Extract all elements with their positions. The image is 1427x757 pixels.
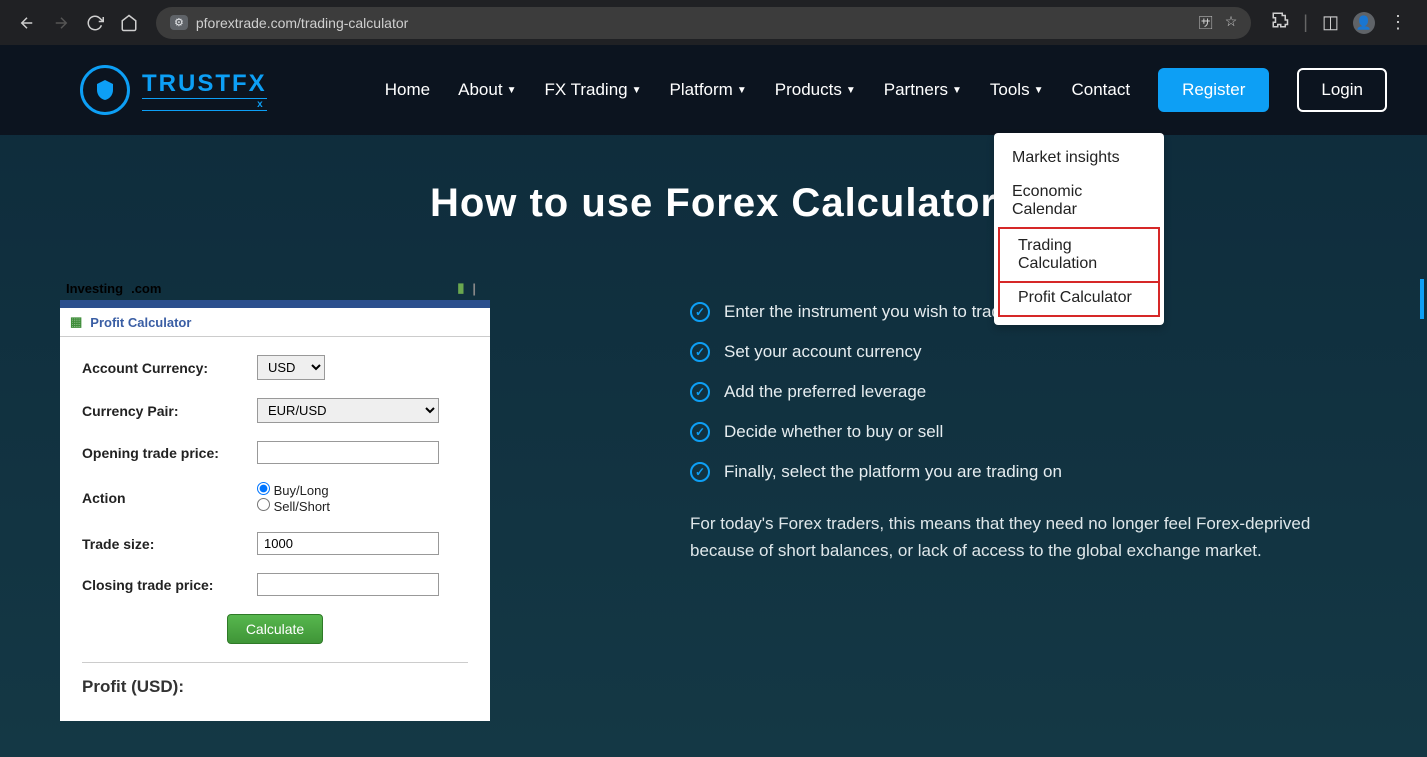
- browser-right-controls: | ◫ 👤 ⋮: [1261, 11, 1417, 34]
- register-button[interactable]: Register: [1158, 68, 1269, 112]
- drop-economic-calendar[interactable]: Economic Calendar: [994, 175, 1164, 227]
- scroll-indicator: [1420, 279, 1424, 319]
- profile-avatar-icon[interactable]: 👤: [1353, 12, 1375, 34]
- chevron-down-icon: ▼: [507, 85, 517, 96]
- check-icon: ✓: [690, 382, 710, 402]
- account-currency-label: Account Currency:: [82, 360, 257, 376]
- currency-pair-select[interactable]: EUR/USD: [257, 398, 439, 423]
- reload-button[interactable]: [78, 8, 112, 38]
- shield-icon: [80, 65, 130, 115]
- check-icon: ✓: [690, 422, 710, 442]
- nav-partners[interactable]: Partners▼: [884, 80, 962, 100]
- url-text: pforextrade.com/trading-calculator: [196, 15, 408, 31]
- page-title: How to use Forex Calculator: [0, 181, 1427, 226]
- sell-short-radio[interactable]: Sell/Short: [257, 498, 330, 514]
- step-row: ✓ Set your account currency: [690, 342, 1330, 362]
- drop-profit-calculator[interactable]: Profit Calculator: [998, 281, 1160, 317]
- chevron-down-icon: ▼: [846, 85, 856, 96]
- nav-fx-trading[interactable]: FX Trading▼: [544, 80, 641, 100]
- nav-tools[interactable]: Tools▼: [990, 80, 1044, 100]
- site-settings-icon[interactable]: ⚙: [170, 15, 188, 30]
- profit-result-label: Profit (USD):: [82, 662, 468, 697]
- back-button[interactable]: [10, 8, 44, 38]
- action-label: Action: [82, 490, 257, 506]
- info-paragraph: For today's Forex traders, this means th…: [690, 510, 1330, 564]
- page-content: TRUSTFX x Home About▼ FX Trading▼ Platfo…: [0, 45, 1427, 757]
- tools-dropdown: Market insights Economic Calendar Tradin…: [994, 133, 1164, 325]
- step-row: ✓ Finally, select the platform you are tr…: [690, 462, 1330, 482]
- account-currency-select[interactable]: USD: [257, 355, 325, 380]
- step-row: ✓ Add the preferred leverage: [690, 382, 1330, 402]
- currency-pair-label: Currency Pair:: [82, 403, 257, 419]
- login-button[interactable]: Login: [1297, 68, 1387, 112]
- widget-title-bar: ▦ Profit Calculator: [60, 308, 490, 337]
- check-icon: ✓: [690, 302, 710, 322]
- step-text: Enter the instrument you wish to trade: [724, 302, 1010, 322]
- arrow-right-icon: [52, 14, 70, 32]
- check-icon: ✓: [690, 342, 710, 362]
- widget-brand: Investing: [66, 281, 123, 296]
- translate-icon[interactable]: 🈂: [1199, 13, 1213, 33]
- site-header: TRUSTFX x Home About▼ FX Trading▼ Platfo…: [0, 45, 1427, 135]
- brand-main: TRUSTFX: [142, 70, 267, 98]
- calculator-widget: Investing.com ▮ | ▦ Profit Calculator Ac…: [60, 276, 490, 721]
- buy-long-radio[interactable]: Buy/Long: [257, 482, 330, 498]
- step-text: Add the preferred leverage: [724, 382, 926, 402]
- step-text: Decide whether to buy or sell: [724, 422, 943, 442]
- nav-home[interactable]: Home: [385, 80, 430, 100]
- opening-price-input[interactable]: [257, 441, 439, 464]
- closing-price-label: Closing trade price:: [82, 577, 257, 593]
- main-nav: Home About▼ FX Trading▼ Platform▼ Produc…: [385, 68, 1387, 112]
- widget-accent-bar: [60, 300, 490, 308]
- chevron-down-icon: ▼: [632, 85, 642, 96]
- side-panel-icon[interactable]: ◫: [1322, 12, 1339, 33]
- menu-icon[interactable]: ⋮: [1389, 12, 1407, 33]
- step-text: Set your account currency: [724, 342, 921, 362]
- bookmark-star-icon[interactable]: ☆: [1225, 13, 1238, 33]
- step-text: Finally, select the platform you are tra…: [724, 462, 1062, 482]
- closing-price-input[interactable]: [257, 573, 439, 596]
- chevron-down-icon: ▼: [952, 85, 962, 96]
- reload-icon: [86, 14, 104, 32]
- home-icon: [120, 14, 138, 32]
- chevron-down-icon: ▼: [737, 85, 747, 96]
- chevron-down-icon: ▼: [1034, 85, 1044, 96]
- drop-market-insights[interactable]: Market insights: [994, 141, 1164, 175]
- extensions-icon[interactable]: [1271, 11, 1289, 34]
- widget-title: Profit Calculator: [90, 315, 191, 330]
- info-column: ✓Enter the instrument you wish to trade …: [690, 276, 1330, 721]
- home-button[interactable]: [112, 8, 146, 38]
- trade-size-label: Trade size:: [82, 536, 257, 552]
- grid-icon: ▦: [70, 314, 82, 330]
- brand-sub: x: [142, 98, 267, 111]
- nav-contact[interactable]: Contact: [1071, 80, 1130, 100]
- site-logo[interactable]: TRUSTFX x: [80, 65, 267, 115]
- calculate-button[interactable]: Calculate: [227, 614, 323, 644]
- divider: |: [1303, 12, 1308, 33]
- arrow-left-icon: [18, 14, 36, 32]
- address-bar[interactable]: ⚙ pforextrade.com/trading-calculator 🈂 ☆: [156, 7, 1251, 39]
- nav-about[interactable]: About▼: [458, 80, 516, 100]
- android-icon[interactable]: ▮: [457, 280, 464, 296]
- logo-text: TRUSTFX x: [142, 70, 267, 111]
- widget-brand-bar: Investing.com ▮ |: [60, 276, 490, 300]
- trade-size-input[interactable]: [257, 532, 439, 555]
- forward-button[interactable]: [44, 8, 78, 38]
- nav-platform[interactable]: Platform▼: [670, 80, 747, 100]
- browser-toolbar: ⚙ pforextrade.com/trading-calculator 🈂 ☆…: [0, 0, 1427, 45]
- check-icon: ✓: [690, 462, 710, 482]
- drop-trading-calculation[interactable]: Trading Calculation: [998, 227, 1160, 283]
- step-row: ✓ Decide whether to buy or sell: [690, 422, 1330, 442]
- nav-products[interactable]: Products▼: [775, 80, 856, 100]
- widget-tld: .com: [131, 281, 161, 296]
- opening-price-label: Opening trade price:: [82, 445, 257, 461]
